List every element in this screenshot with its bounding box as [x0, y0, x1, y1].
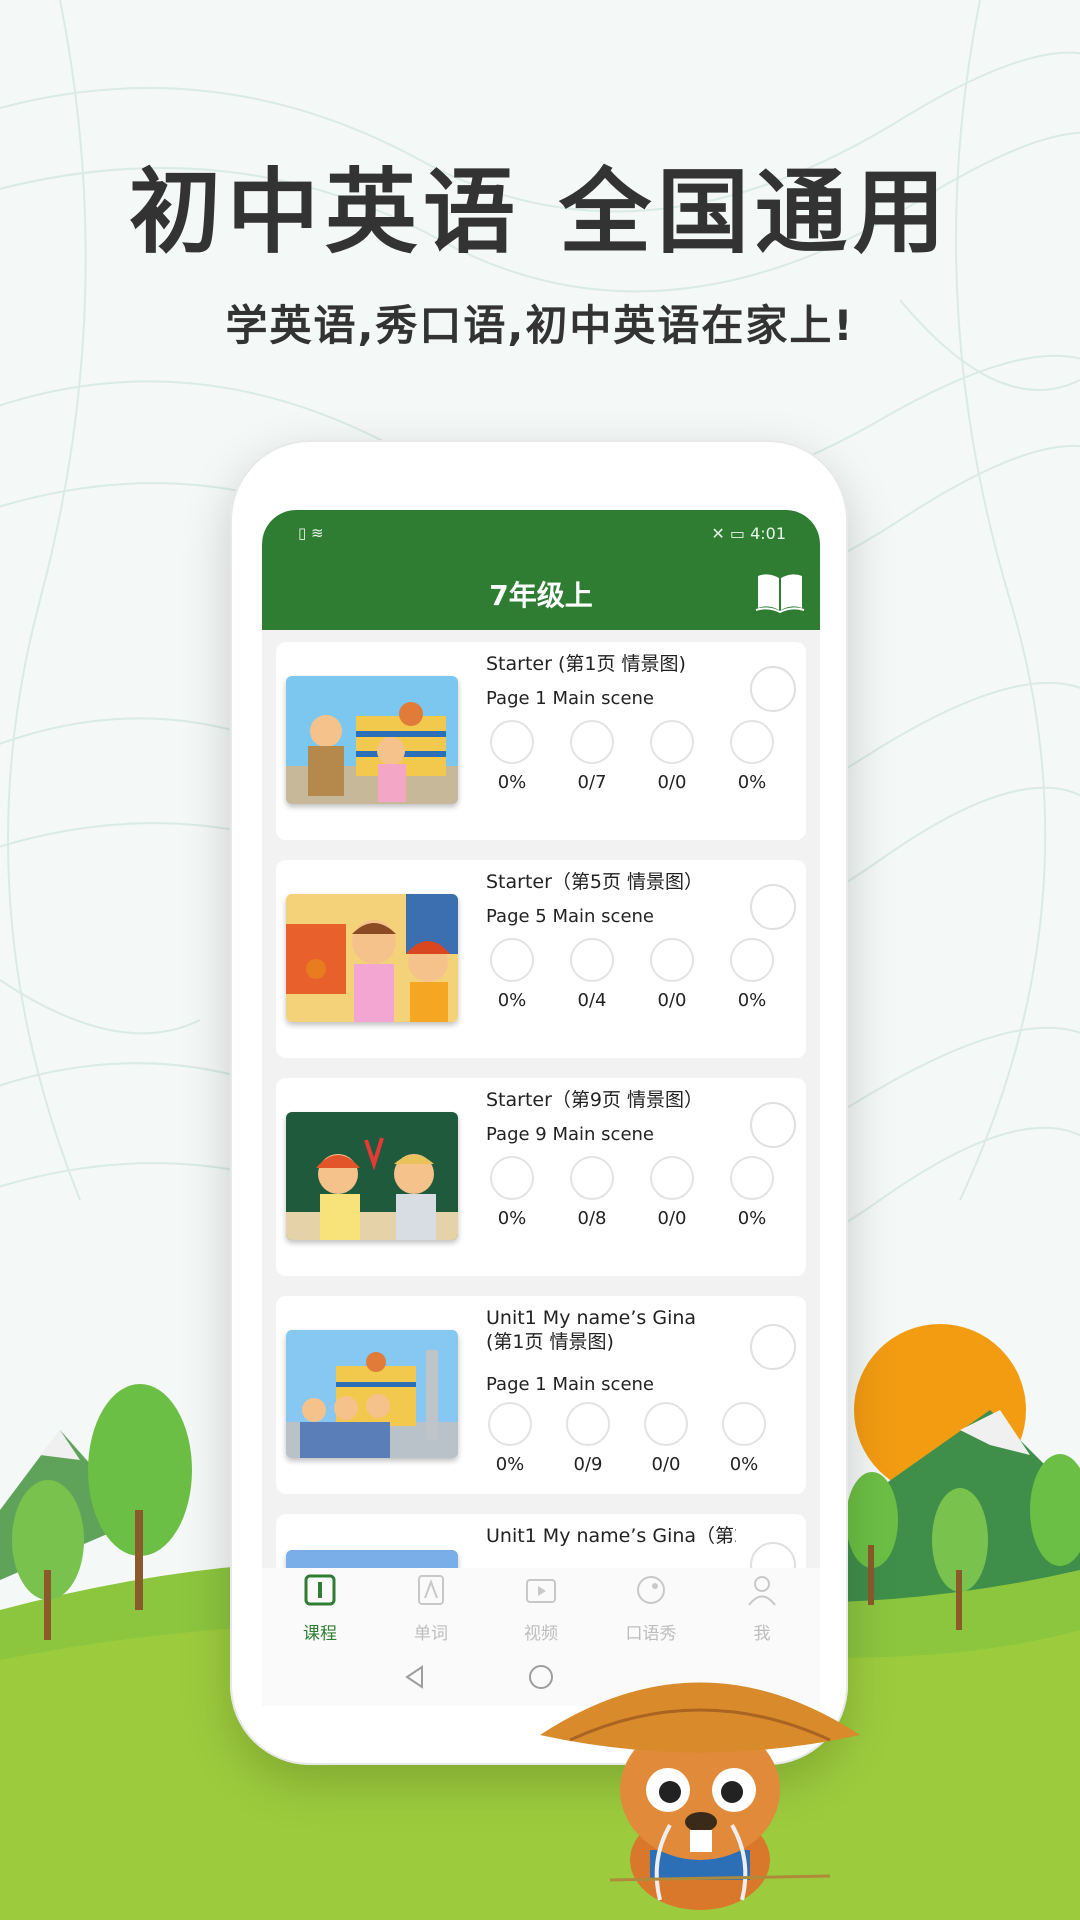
download-icon[interactable] — [750, 884, 796, 930]
tv-icon — [730, 1156, 774, 1200]
headphones-icon — [490, 938, 534, 982]
tv-icon — [722, 1402, 766, 1446]
mute-icon: ✕ — [711, 524, 725, 543]
signal-wifi-icon: ▯ ≋ — [298, 524, 324, 542]
microphone-icon — [566, 1402, 610, 1446]
lesson-thumbnail — [286, 1330, 458, 1458]
lesson-card[interactable]: Starter (第1页 情景图) Page 1 Main scene 0% 0… — [276, 642, 806, 840]
profile-tab-icon — [748, 1576, 776, 1606]
lesson-title: Starter (第1页 情景图) — [486, 653, 686, 675]
status-bar: ▯ ≋ ✕ ▭ 4:01 — [262, 510, 820, 554]
book-tab-icon — [304, 1574, 336, 1606]
tab-course[interactable]: 课程 — [270, 1572, 370, 1644]
lesson-card[interactable]: Starter（第5页 情景图） Page 5 Main scene 0% 0/… — [276, 860, 806, 1058]
lesson-list[interactable]: Starter (第1页 情景图) Page 1 Main scene 0% 0… — [262, 630, 820, 1635]
lesson-card[interactable]: Starter（第9页 情景图） Page 9 Main scene 0% 0/… — [276, 1078, 806, 1276]
download-icon[interactable] — [750, 1324, 796, 1370]
lesson-title: Starter（第9页 情景图） — [486, 1089, 704, 1111]
back-nav-icon[interactable] — [402, 1664, 428, 1690]
speak-stat[interactable]: 0/7 — [562, 720, 622, 793]
headline: 初中英语 全国通用 — [128, 159, 952, 266]
video-stat[interactable]: 0% — [722, 720, 782, 793]
word-card-icon — [650, 720, 694, 764]
subheadline: 学英语,秀口语,初中英语在家上! — [225, 301, 855, 350]
lesson-title: Unit1 My name’s Gina（第2页 Role-play the c… — [486, 1525, 736, 1547]
tv-icon — [730, 720, 774, 764]
listen-stat[interactable]: 0% — [482, 720, 542, 793]
video-stat[interactable]: 0% — [722, 938, 782, 1011]
speak-stat[interactable]: 0/8 — [562, 1156, 622, 1229]
lesson-subtitle: Page 9 Main scene — [486, 1124, 654, 1145]
words-stat[interactable]: 0/0 — [642, 1156, 702, 1229]
status-right: ✕ ▭ 4:01 — [711, 524, 786, 543]
video-stat[interactable]: 0% — [722, 1156, 782, 1229]
microphone-icon — [570, 720, 614, 764]
bottom-tab-bar: 课程 单词 视频 口语秀 我 — [262, 1568, 820, 1648]
textbook-icon[interactable] — [754, 570, 806, 614]
lesson-card[interactable]: Unit1 My name’s Gina (第1页 情景图) Page 1 Ma… — [276, 1296, 806, 1494]
video-tab-icon — [526, 1579, 556, 1603]
tab-video[interactable]: 视频 — [491, 1572, 591, 1644]
lesson-subtitle: Page 1 Main scene — [486, 1374, 654, 1395]
words-stat[interactable]: 0/0 — [642, 720, 702, 793]
tab-me[interactable]: 我 — [712, 1572, 812, 1644]
download-icon[interactable] — [750, 1102, 796, 1148]
microphone-icon — [570, 938, 614, 982]
words-stat[interactable]: 0/0 — [642, 938, 702, 1011]
listen-stat[interactable]: 0% — [480, 1402, 540, 1475]
speak-stat[interactable]: 0/4 — [562, 938, 622, 1011]
headphones-icon — [490, 1156, 534, 1200]
lesson-thumbnail — [286, 894, 458, 1022]
speech-tab-icon — [637, 1576, 665, 1604]
tab-words[interactable]: 单词 — [381, 1572, 481, 1644]
headphones-icon — [488, 1402, 532, 1446]
speak-stat[interactable]: 0/9 — [558, 1402, 618, 1475]
lesson-title: Starter（第5页 情景图） — [486, 871, 704, 893]
app-header: ▯ ≋ ✕ ▭ 4:01 7年级上 — [262, 510, 820, 630]
lesson-subtitle: Page 5 Main scene — [486, 906, 654, 927]
download-icon[interactable] — [750, 666, 796, 712]
word-card-icon — [644, 1402, 688, 1446]
lesson-thumbnail — [286, 1112, 458, 1240]
word-tab-icon — [418, 1575, 444, 1605]
words-stat[interactable]: 0/0 — [636, 1402, 696, 1475]
tab-speech-show[interactable]: 口语秀 — [601, 1572, 701, 1644]
microphone-icon — [570, 1156, 614, 1200]
listen-stat[interactable]: 0% — [482, 938, 542, 1011]
listen-stat[interactable]: 0% — [482, 1156, 542, 1229]
status-time: 4:01 — [750, 524, 786, 543]
word-card-icon — [650, 938, 694, 982]
app-screen: ▯ ≋ ✕ ▭ 4:01 7年级上 Starter (第1页 情景图) Page… — [262, 510, 820, 1706]
battery-icon: ▭ — [729, 524, 745, 543]
headphones-icon — [490, 720, 534, 764]
lesson-thumbnail — [286, 676, 458, 804]
word-card-icon — [650, 1156, 694, 1200]
page-title: 7年级上 — [489, 579, 593, 612]
lesson-subtitle: Page 1 Main scene — [486, 688, 654, 709]
video-stat[interactable]: 0% — [714, 1402, 774, 1475]
tv-icon — [730, 938, 774, 982]
beaver-mascot-illustration — [540, 1682, 860, 1910]
lesson-title: Unit1 My name’s Gina (第1页 情景图) — [486, 1307, 697, 1353]
